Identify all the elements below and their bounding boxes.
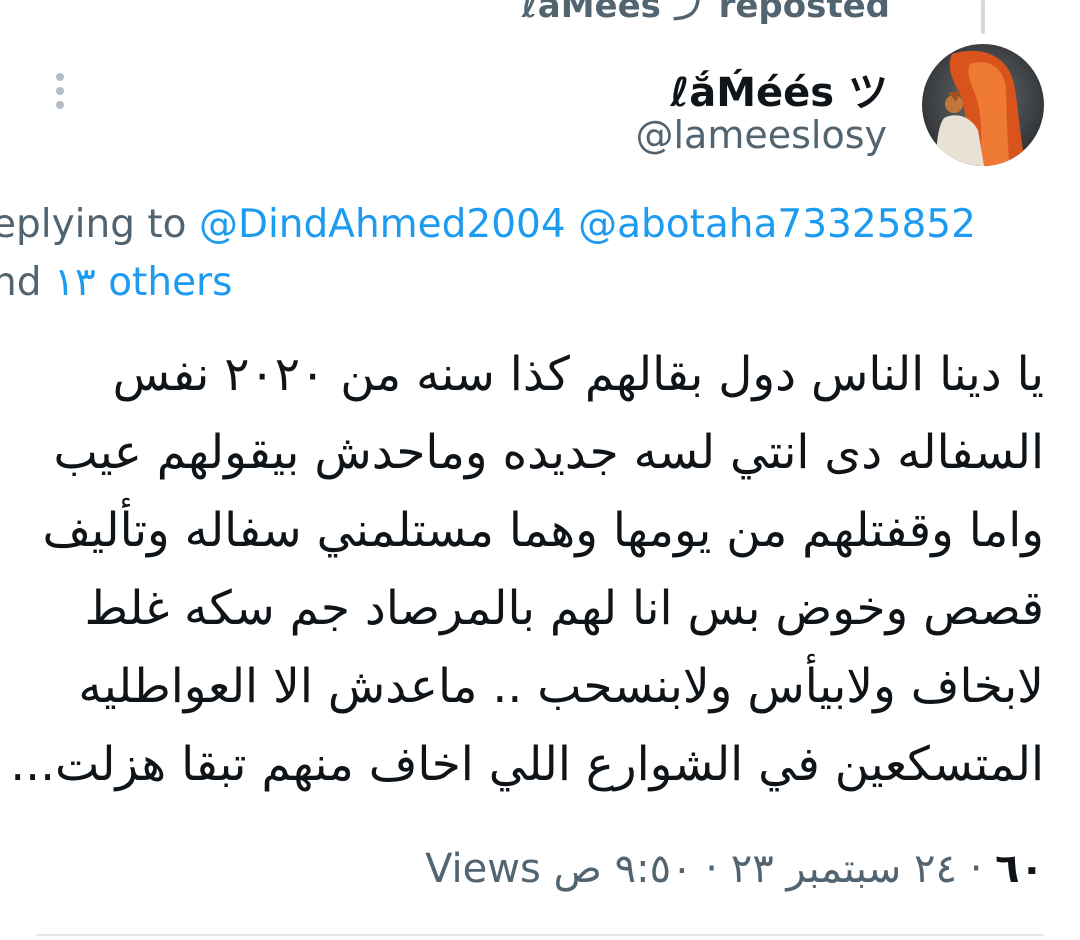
thread-connector-line: [981, 0, 985, 34]
mention-link-abotaha[interactable]: @abotaha73325852: [578, 202, 976, 247]
views-count[interactable]: ٦٠: [995, 846, 1044, 892]
tweet-line: السفاله دى انتي لسه جديده وماحدش بيقولهم…: [53, 425, 1044, 480]
reply-context: eplying to @DindAhmed2004 @abotaha733258…: [0, 196, 1044, 312]
views-label[interactable]: Views: [425, 846, 541, 892]
mention-link-dindahmed[interactable]: @DindAhmed2004: [199, 202, 566, 247]
tweet-text: يا دينا الناس دول بقالهم كذا سنه من ٢٠٢٠…: [10, 336, 1044, 804]
avatar[interactable]: [922, 44, 1044, 166]
tweet-line: المتسكعين في الشوارع اللي اخاف منهم تبقا…: [10, 737, 1044, 792]
tweet-line: يا دينا الناس دول بقالهم كذا سنه من ٢٠٢٠…: [112, 347, 1044, 402]
reply-others-prefix: nd: [0, 260, 42, 305]
author-handle[interactable]: @lameeslosy: [635, 113, 887, 157]
tweet-meta: Views ٦٠ · ٢٤ سبتمبر ٢٣ · ٩:٥٠ ص: [425, 846, 1044, 892]
tweet-line: قصص وخوض بس انا لهم بالمرصاد جم سكه غلط: [84, 581, 1044, 636]
more-options-icon[interactable]: [52, 73, 68, 113]
profile-avatar-icon: [922, 44, 1044, 166]
reply-prefix: eplying to: [0, 202, 187, 247]
reply-others-link[interactable]: ١٣ others: [54, 260, 233, 305]
meta-separator: ·: [969, 846, 983, 892]
tweet-date[interactable]: ٢٤ سبتمبر ٢٣: [731, 846, 957, 892]
tweet-line: واما وقفتلهم من يومها وهما مستلمني سفاله…: [42, 503, 1044, 558]
tweet-line: لابخاف ولابيأس ولابنسحب .. ماعدش الا الع…: [78, 659, 1044, 714]
author-display-name[interactable]: ℓắḾéés ツ: [670, 60, 888, 118]
meta-separator: ·: [705, 846, 718, 892]
repost-label: ℓaMees ⤴ reposted: [521, 0, 890, 26]
tweet-time[interactable]: ٩:٥٠ ص: [554, 846, 693, 892]
divider: [36, 934, 1044, 936]
